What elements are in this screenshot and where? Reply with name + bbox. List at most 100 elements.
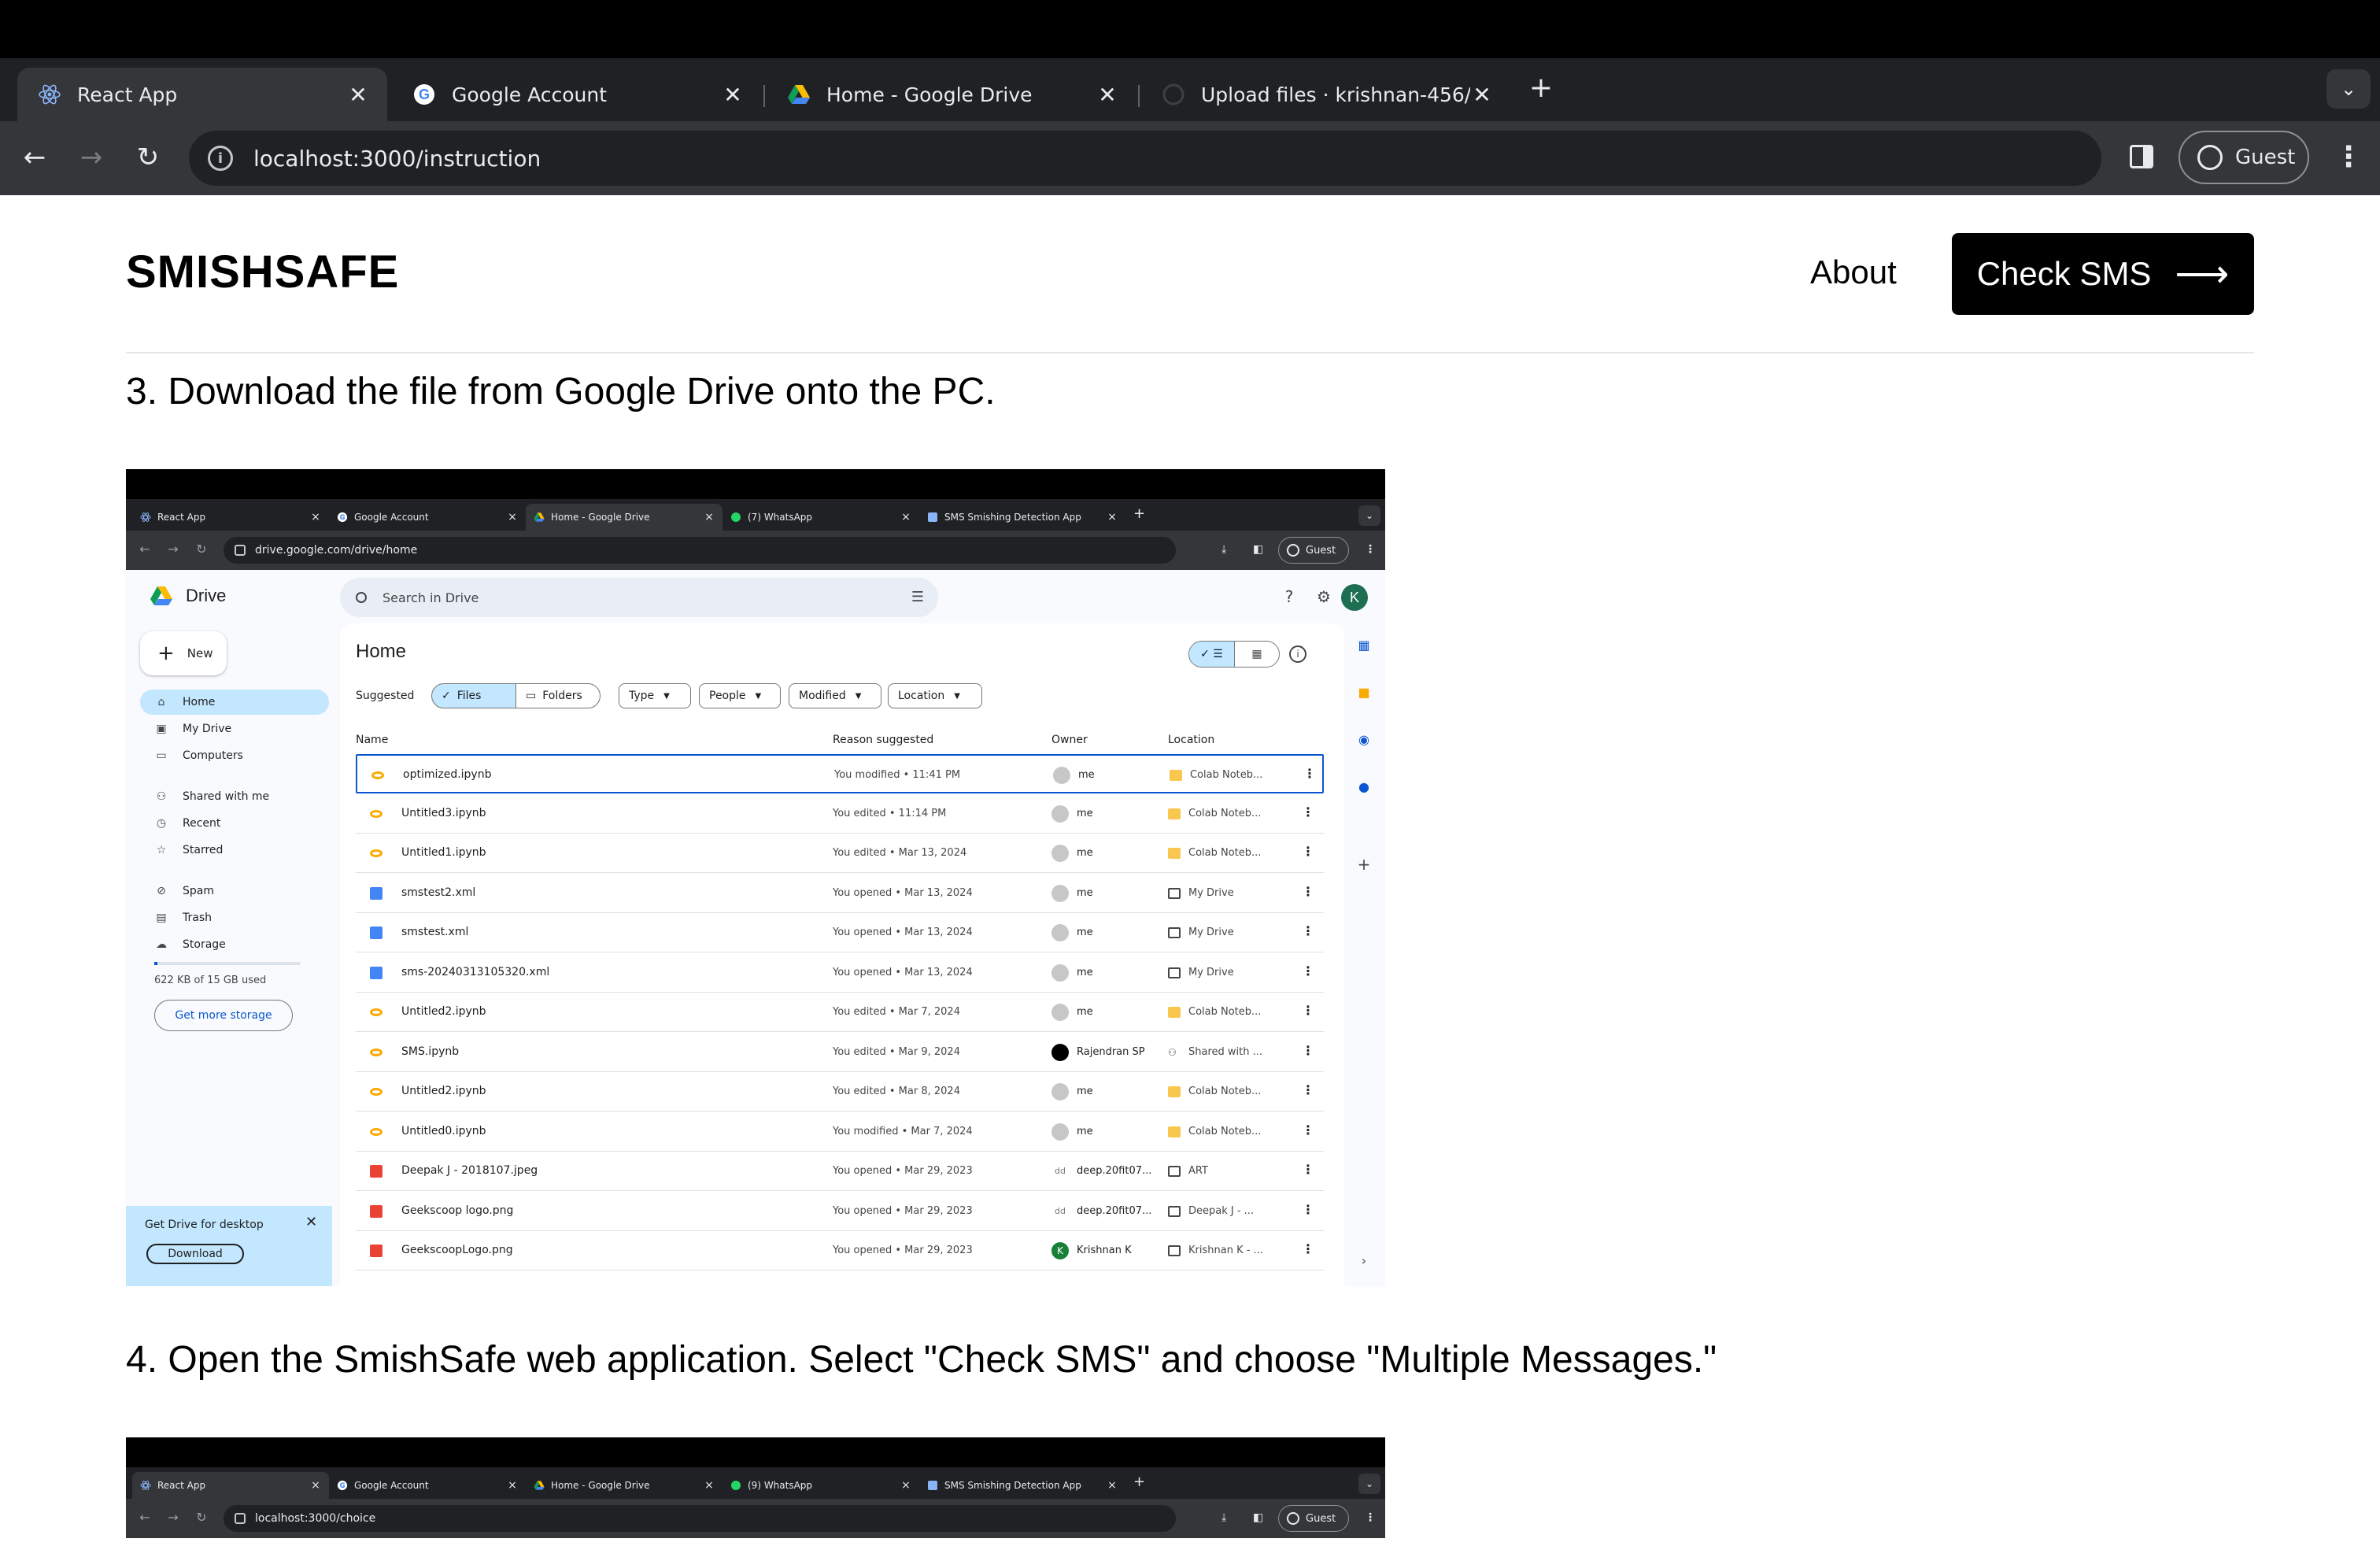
step-4-text: 4. Open the SmishSafe web application. S… xyxy=(126,1339,1717,1381)
screenshot-tab: React App × xyxy=(132,504,329,531)
owner-avatar xyxy=(1051,963,1069,982)
owner-avatar: K xyxy=(1051,1242,1069,1259)
chip-label: Location xyxy=(898,690,945,702)
search-icon xyxy=(356,592,367,603)
table-row: optimized.ipynb You modified • 11:41 PM me… xyxy=(356,754,1324,793)
location-name: Deepak J - ... xyxy=(1188,1204,1255,1217)
screenshot-tab: SMS Smishing Detection App × xyxy=(919,1472,1125,1499)
colab-icon xyxy=(370,1088,382,1096)
more-vert-icon: ⋮ xyxy=(2334,141,2363,173)
forward-button[interactable]: → xyxy=(76,142,107,173)
brand-logo[interactable]: SMISHSAFE xyxy=(126,246,399,298)
back-button[interactable]: ← xyxy=(19,142,50,173)
owner-name: me xyxy=(1078,769,1095,781)
screenshot-address-bar: drive.google.com/drive/home xyxy=(224,537,1176,564)
tab-google-account[interactable]: G Google Account ✕ xyxy=(392,68,762,121)
location-name: Krishnan K - ... xyxy=(1188,1245,1263,1256)
table-row: Geekscoop logo.png You opened • Mar 29, 2… xyxy=(356,1192,1324,1231)
location-name: ART xyxy=(1188,1165,1208,1177)
google-icon: G xyxy=(337,1480,348,1491)
promo-download-button: Download xyxy=(146,1244,244,1264)
tab-github-upload[interactable]: Upload files · krishnan-456/sm ✕ xyxy=(1141,68,1511,121)
google-drive-icon xyxy=(787,83,811,106)
owner-avatar xyxy=(1051,884,1069,902)
chip-label: People xyxy=(709,690,746,702)
close-icon[interactable]: ✕ xyxy=(1096,82,1119,108)
owner-avatar xyxy=(1051,1123,1069,1141)
address-bar[interactable]: i localhost:3000/instruction xyxy=(189,131,2101,186)
caret-down-icon: ▼ xyxy=(855,691,862,701)
side-panel-icon: ◧ xyxy=(1253,1511,1264,1524)
reason-suggested: You opened • Mar 13, 2024 xyxy=(833,886,973,899)
reason-suggested: You opened • Mar 29, 2023 xyxy=(833,1245,973,1256)
close-icon[interactable]: ✕ xyxy=(346,82,370,108)
profile-label: Guest xyxy=(2235,146,2296,169)
close-icon: ✕ xyxy=(305,1214,318,1230)
drive-nav-storage: ☁ Storage xyxy=(140,932,329,957)
drive-nav-starred: ☆ Starred xyxy=(140,838,329,863)
owner-name: Rajendran SP xyxy=(1077,1045,1145,1058)
table-row: Untitled2.ipynb You edited • Mar 8, 2024 m… xyxy=(356,1072,1324,1111)
owner-name: me xyxy=(1077,847,1093,859)
close-icon: × xyxy=(311,511,320,523)
owner-avatar: dd xyxy=(1051,1202,1069,1220)
google-drive-icon xyxy=(534,1480,545,1491)
table-row: Deepak J - 2018107.jpeg You opened • Mar … xyxy=(356,1152,1324,1191)
screenshot-tab-title: Home - Google Drive xyxy=(551,512,650,523)
owner-avatar xyxy=(1051,845,1069,862)
tab-react-app[interactable]: React App ✕ xyxy=(17,68,387,121)
arrow-right-icon: → xyxy=(168,1510,179,1525)
new-tab-button[interactable]: + xyxy=(1527,71,1555,107)
header-divider xyxy=(126,352,2254,353)
home-icon: ⌂ xyxy=(157,696,165,708)
more-vert-icon: ⋮ xyxy=(1365,543,1376,556)
drive-nav-computers: ▭ Computers xyxy=(140,743,329,768)
screenshot-tab-title: SMS Smishing Detection App xyxy=(944,1480,1081,1491)
site-info-icon[interactable]: i xyxy=(208,146,233,171)
more-vert-icon: ⋮ xyxy=(1303,766,1316,781)
owner-name: me xyxy=(1077,966,1093,978)
owner-name: deep.20fit07... xyxy=(1077,1204,1152,1217)
reload-button[interactable]: ↻ xyxy=(132,142,164,173)
browser-menu-button[interactable]: ⋮ xyxy=(2334,142,2363,173)
reason-suggested: You edited • Mar 9, 2024 xyxy=(833,1045,960,1058)
screenshot-tab-title: Google Account xyxy=(354,1480,429,1491)
reload-icon: ↻ xyxy=(136,142,160,173)
colab-icon xyxy=(370,1048,382,1056)
close-icon[interactable]: ✕ xyxy=(721,82,745,108)
drive-folder-icon xyxy=(1168,927,1181,938)
promo-title: Get Drive for desktop xyxy=(145,1219,264,1231)
close-icon[interactable]: ✕ xyxy=(1470,82,1494,108)
drive-heading: Home xyxy=(356,641,407,662)
drive-nav-trash: ▤ Trash xyxy=(140,905,329,930)
close-icon: × xyxy=(508,511,517,523)
tab-google-drive[interactable]: Home - Google Drive ✕ xyxy=(767,68,1136,121)
reason-suggested: You opened • Mar 13, 2024 xyxy=(833,966,973,978)
chip-people: People ▼ xyxy=(699,683,781,708)
screenshot-tab-title: Home - Google Drive xyxy=(551,1480,650,1491)
document-icon xyxy=(370,886,382,900)
table-row: Untitled0.ipynb You modified • Mar 7, 202… xyxy=(356,1112,1324,1152)
nav-about-link[interactable]: About xyxy=(1810,253,1897,291)
side-panel-icon[interactable] xyxy=(2130,145,2153,168)
reload-icon: ↻ xyxy=(196,542,207,557)
check-sms-button[interactable]: Check SMS ⟶ xyxy=(1952,233,2254,315)
storage-bar xyxy=(154,962,301,965)
screenshot-tab: G Google Account × xyxy=(329,504,526,531)
owner-avatar xyxy=(1051,1004,1069,1021)
url-text: localhost:3000/instruction xyxy=(253,145,541,172)
file-name: SMS.ipynb xyxy=(401,1045,460,1058)
close-icon: × xyxy=(1107,1479,1117,1492)
screenshot-top-bar xyxy=(126,1437,1385,1467)
file-name: Untitled2.ipynb xyxy=(401,1085,486,1097)
image-icon xyxy=(370,1165,382,1178)
drive-nav-spam: ⊘ Spam xyxy=(140,878,329,904)
owner-avatar xyxy=(1051,1043,1069,1061)
tab-search-button[interactable]: ⌄ xyxy=(2326,69,2371,109)
nav-label: Recent xyxy=(183,817,221,830)
more-vert-icon: ⋮ xyxy=(1302,804,1314,819)
profile-button[interactable]: Guest xyxy=(2179,131,2309,184)
grid-view-icon: ▦ xyxy=(1233,642,1279,667)
file-name: GeekscoopLogo.png xyxy=(401,1244,513,1256)
column-header-owner: Owner xyxy=(1051,734,1088,746)
